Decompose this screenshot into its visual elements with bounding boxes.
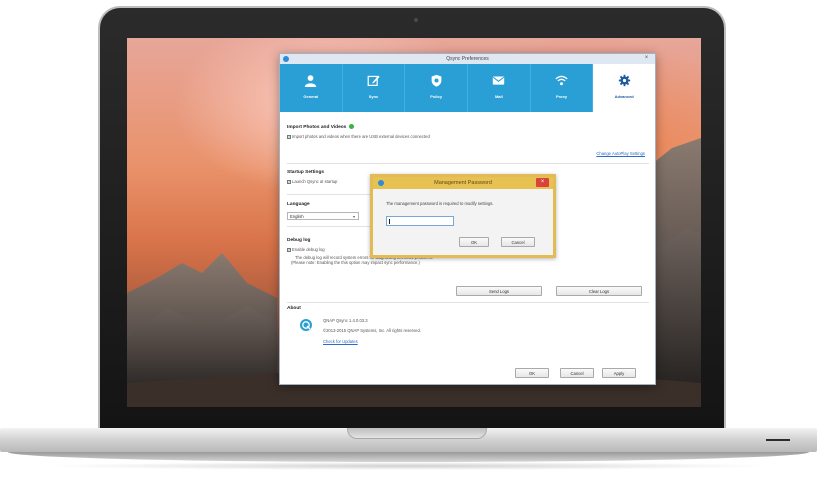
about-copyright: ©2013-2015 QNAP Systems, Inc. All rights…	[323, 328, 421, 333]
edit-icon	[367, 75, 380, 86]
about-version: QNAP Qsync 1.4.0.03.3	[323, 318, 368, 323]
window-title: Qsync Preferences	[446, 56, 489, 62]
dialog-close-button[interactable]: ×	[536, 178, 549, 187]
tab-proxy-label: Proxy	[555, 94, 568, 99]
clear-logs-button[interactable]: Clear Logs	[556, 286, 642, 296]
divider	[287, 302, 649, 303]
tab-sync-label: Sync	[368, 94, 379, 99]
import-heading: Import Photos and Videos	[287, 125, 347, 130]
text-caret	[389, 219, 390, 224]
webcam	[414, 18, 418, 22]
laptop-base-bottom	[8, 452, 809, 462]
window-titlebar[interactable]: Qsync Preferences ×	[280, 54, 655, 64]
enable-debug-log-checkbox[interactable]	[287, 247, 291, 252]
dialog-title: Management Password	[434, 180, 492, 186]
dialog-message: The management password is required to m…	[386, 201, 494, 206]
apply-button[interactable]: Apply	[602, 368, 636, 378]
tab-general-label: General	[303, 94, 319, 99]
divider	[287, 226, 377, 227]
tab-mail-label: Mail	[494, 94, 503, 99]
ok-button[interactable]: OK	[515, 368, 549, 378]
change-autoplay-link[interactable]: Change AutoPlay Settings	[596, 151, 645, 156]
window-close-button[interactable]: ×	[642, 55, 651, 62]
wifi-icon	[555, 75, 568, 86]
tab-proxy[interactable]: Proxy	[529, 64, 593, 112]
launch-at-startup-label: Launch Qsync at startup	[292, 179, 338, 184]
laptop-shadow	[40, 462, 777, 470]
preferences-tabs: General Sync Policy Mail Proxy Advanced	[280, 64, 656, 112]
mail-icon	[493, 76, 505, 85]
tab-general[interactable]: General	[280, 64, 342, 112]
shield-icon	[431, 74, 442, 87]
tab-mail[interactable]: Mail	[467, 64, 530, 112]
language-select[interactable]: English ▾	[287, 212, 359, 220]
cancel-button[interactable]: Cancel	[560, 368, 594, 378]
tab-policy-label: Policy	[430, 94, 443, 99]
import-checkbox-row[interactable]: Import photos and videos when there are …	[287, 134, 647, 139]
check-for-updates-link[interactable]: Check for Updates	[323, 339, 358, 344]
about-heading: About	[287, 306, 301, 311]
tab-advanced[interactable]: Advanced	[592, 64, 656, 112]
tab-sync[interactable]: Sync	[341, 64, 405, 112]
divider	[287, 163, 649, 164]
tab-policy[interactable]: Policy	[404, 64, 468, 112]
user-icon	[305, 75, 317, 87]
laptop-base-accent	[766, 439, 790, 441]
dialog-cancel-button[interactable]: Cancel	[501, 237, 535, 247]
laptop-lid-notch	[347, 428, 487, 439]
enable-debug-log-label: Enable debug log	[292, 247, 325, 252]
dialog-titlebar[interactable]: Management Password ×	[373, 177, 553, 189]
gear-icon	[618, 74, 630, 87]
qsync-logo-icon	[300, 319, 312, 331]
send-logs-button[interactable]: Send Logs	[456, 286, 542, 296]
launch-at-startup-checkbox[interactable]	[287, 179, 291, 184]
divider	[287, 194, 377, 195]
tab-advanced-label: Advanced	[614, 94, 634, 99]
language-selected-value: English	[290, 214, 304, 219]
import-section: Import Photos and Videos Import photos a…	[287, 124, 647, 139]
about-section: About	[287, 306, 647, 311]
status-ok-icon	[349, 124, 355, 129]
debug-note-line2: (Please note: Enabling the this option m…	[291, 260, 420, 265]
chevron-down-icon: ▾	[352, 214, 355, 219]
import-checkbox[interactable]	[287, 134, 291, 139]
import-checkbox-label: Import photos and videos when there are …	[292, 134, 430, 139]
management-password-dialog: Management Password × The management pas…	[370, 174, 556, 258]
dialog-ok-button[interactable]: OK	[459, 237, 489, 247]
password-input[interactable]	[386, 216, 454, 226]
